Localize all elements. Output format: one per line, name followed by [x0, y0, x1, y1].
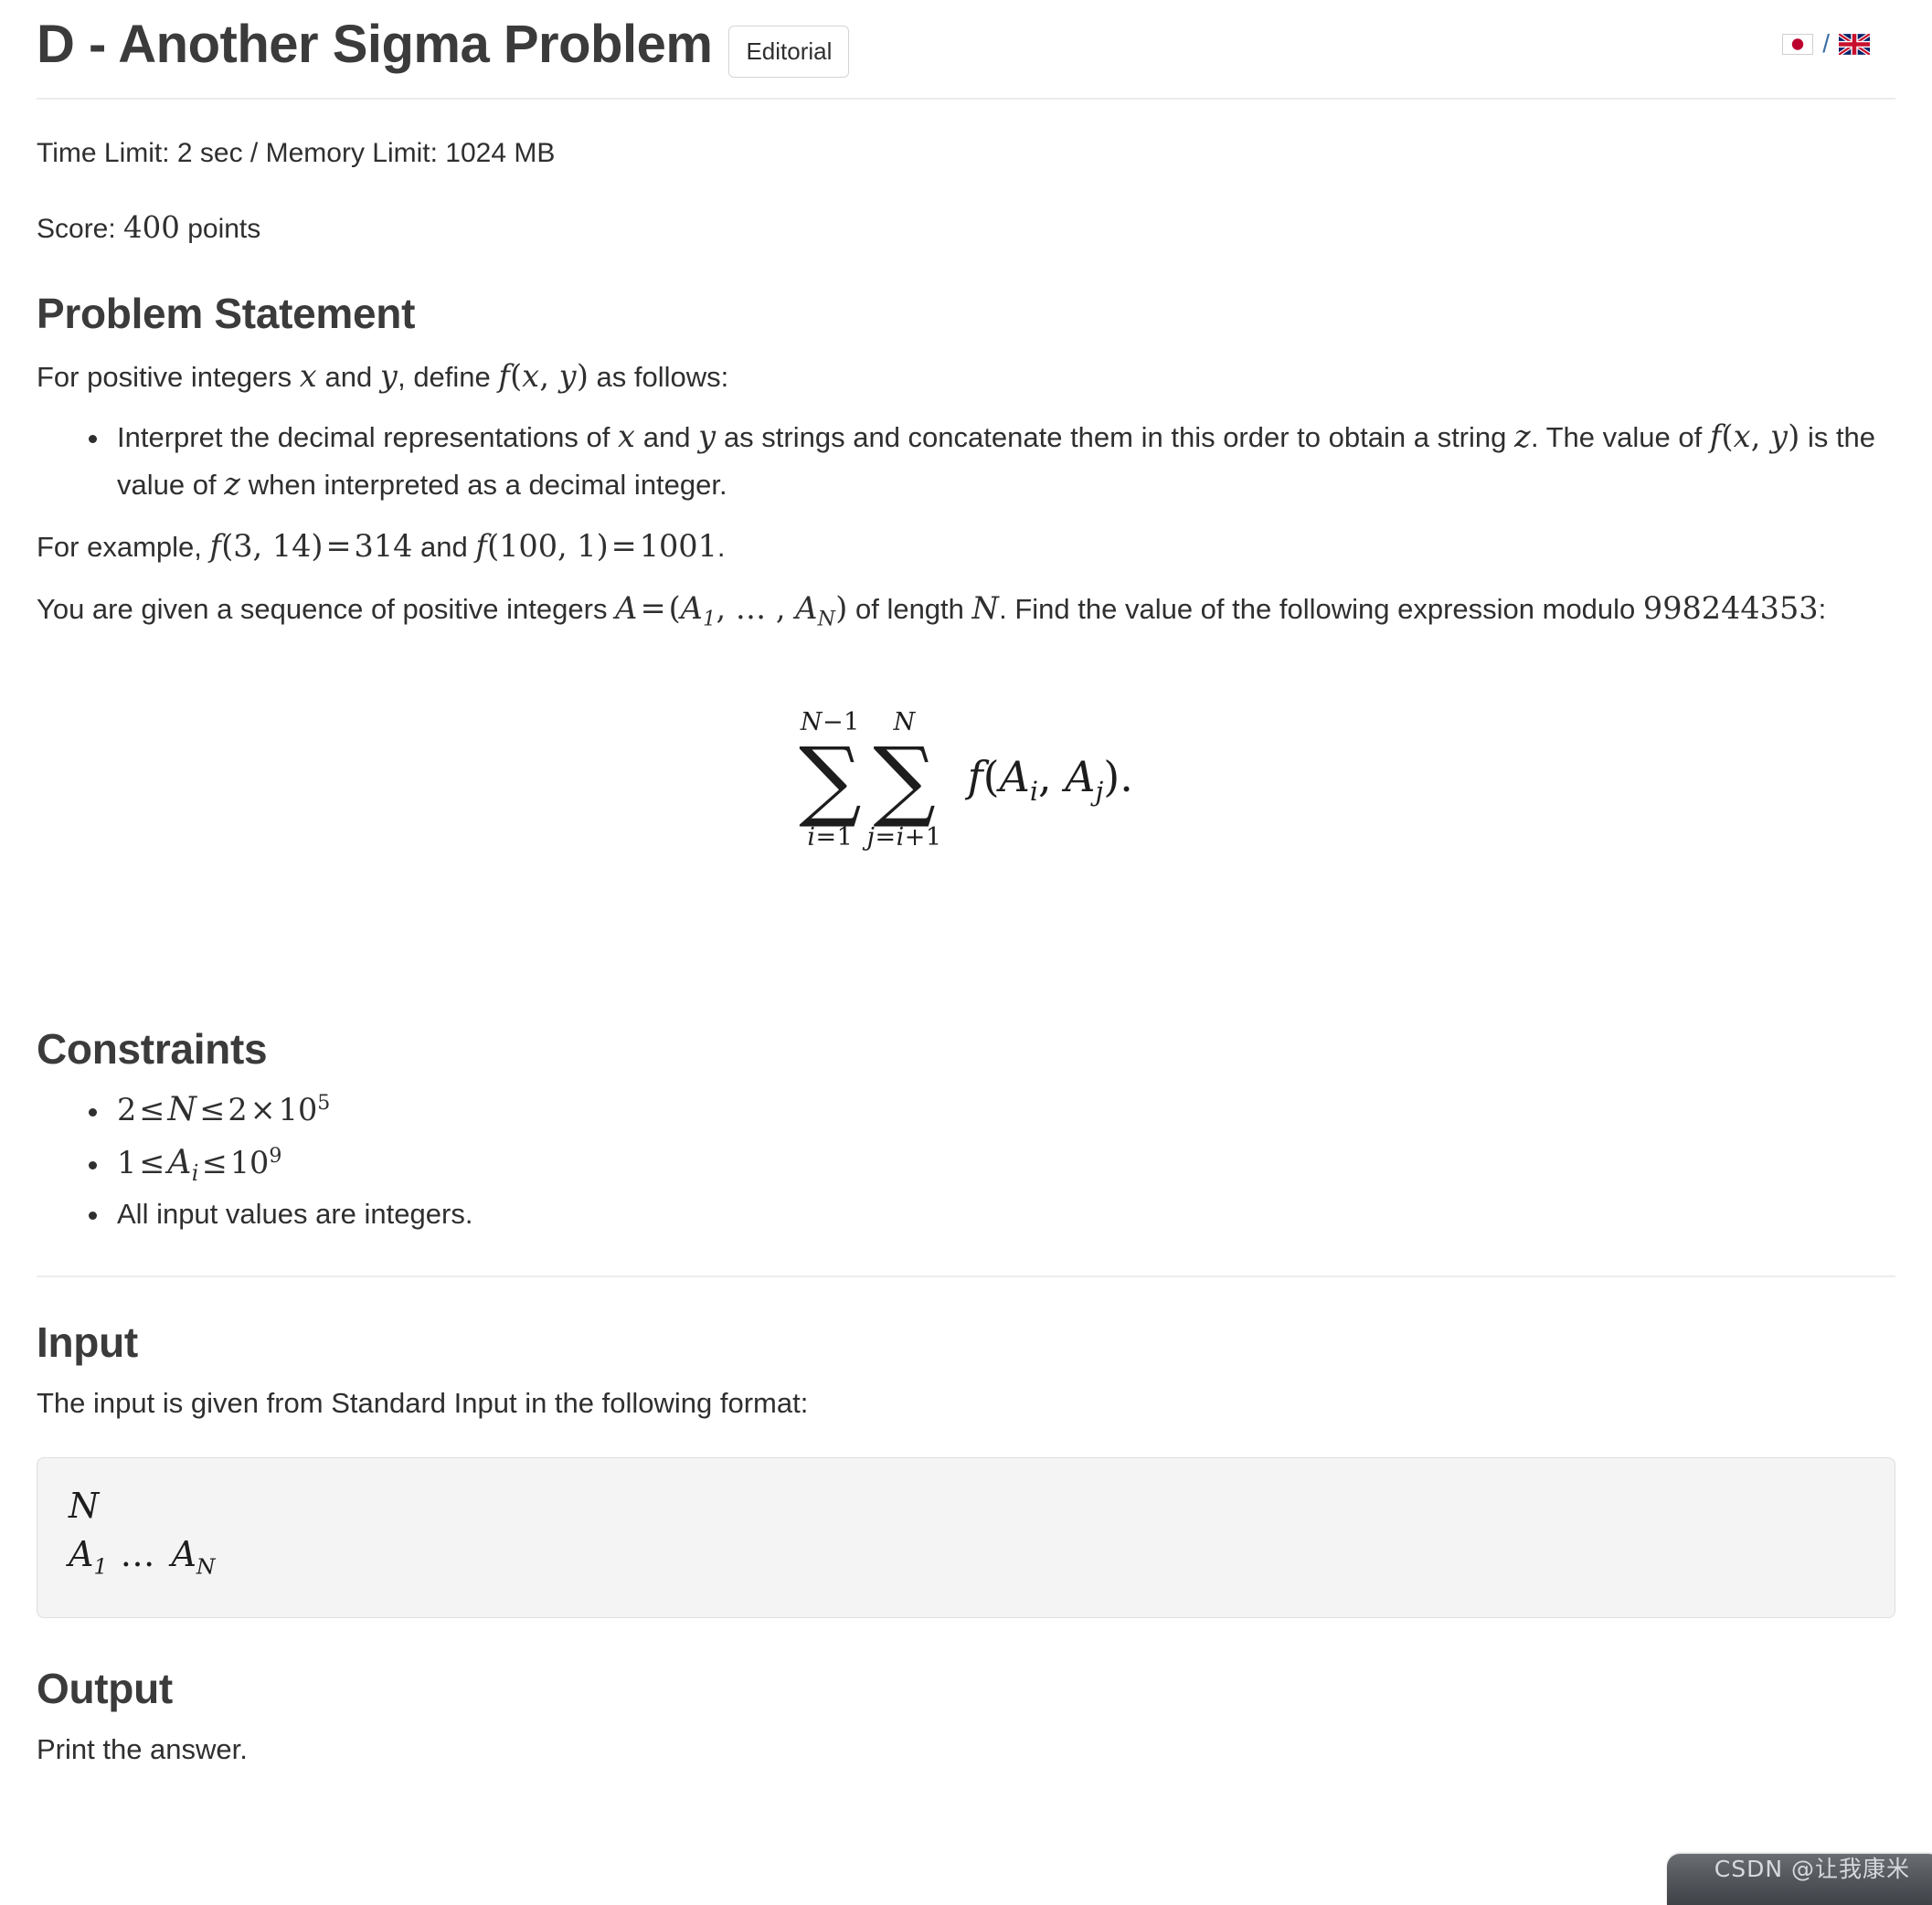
outer-lower-limit: i=1 — [807, 823, 854, 852]
limits-line: Time Limit: 2 sec / Memory Limit: 1024 M… — [37, 138, 556, 168]
language-switcher[interactable]: / — [1782, 13, 1895, 58]
paren-open: ( — [1721, 418, 1734, 455]
score-suffix: points — [179, 214, 261, 244]
sigma-icon: ∑ — [799, 727, 862, 831]
title-group: D - Another Sigma Problem Editorial — [37, 13, 850, 78]
func-f: f — [1709, 418, 1722, 455]
outer-summation: N−1 ∑ i=1 — [799, 710, 862, 850]
header-divider — [37, 98, 1895, 100]
A-sub-1: A1 — [680, 589, 717, 631]
double-sum-expression: N−1 ∑ i=1 N ∑ j=i+1 f(Ai, Aj). — [799, 710, 1133, 850]
var-x: x — [617, 418, 636, 455]
intro-text-4: as follows: — [588, 361, 729, 394]
func-f-xy: f — [498, 358, 511, 395]
given-text-4: : — [1818, 592, 1827, 625]
constraint-a-range: 1≤Ai≤109 — [117, 1142, 282, 1187]
constraints-heading: Constraints — [37, 1024, 268, 1073]
example-2-expr: (100, 1)=1001 — [487, 528, 717, 565]
list-item: Interpret the decimal representations of… — [111, 413, 1895, 508]
input-format-block: N A1… AN — [37, 1456, 1895, 1618]
example-mid: and — [412, 531, 476, 564]
list-item: 2≤N≤2×105 — [111, 1083, 1895, 1137]
output-heading: Output — [37, 1664, 173, 1712]
var-y: y — [379, 358, 398, 395]
input-description: The input is given from Standard Input i… — [37, 1387, 809, 1420]
seq-dots: , … , — [716, 589, 796, 626]
var-x: x — [299, 358, 317, 395]
var-z: z — [224, 466, 241, 503]
display-equation: N−1 ∑ i=1 N ∑ j=i+1 f(Ai, Aj). — [37, 686, 1895, 984]
comma: , — [539, 358, 559, 395]
var-y: y — [698, 418, 717, 455]
japan-flag-icon[interactable] — [1782, 33, 1814, 55]
arg-x: x — [1733, 418, 1751, 455]
var-N: N — [971, 589, 1000, 626]
example-1-expr: (3, 14)=314 — [221, 528, 413, 565]
score-line: Score: 400 points — [37, 207, 1895, 249]
input-format-line-2: A1… AN — [69, 1534, 216, 1581]
paren-close: ) — [1788, 418, 1800, 455]
score-label: Score: — [37, 214, 124, 244]
intro-text-2: and — [316, 361, 380, 394]
arg-x: x — [522, 358, 540, 395]
seq-close: ) — [835, 589, 848, 626]
arg-y: y — [558, 358, 577, 395]
arg-y: y — [1770, 418, 1789, 455]
editorial-button[interactable]: Editorial — [728, 26, 850, 78]
comma: , — [1750, 418, 1771, 455]
paren-close: ) — [576, 358, 589, 395]
example-f2: f — [475, 528, 488, 565]
sigma-icon: ∑ — [873, 727, 936, 831]
paren-open: ( — [510, 358, 523, 395]
bullet-text-c: as strings and concatenate them in this … — [716, 421, 1514, 454]
intro-text-3: , define — [398, 361, 499, 394]
problem-page: D - Another Sigma Problem Editorial / Ti… — [0, 0, 1932, 1905]
given-text-2: of length — [847, 592, 972, 625]
var-z: z — [1514, 418, 1531, 455]
equals: = — [640, 589, 666, 626]
bullet-text-d: . The value of — [1530, 421, 1710, 454]
constraint-n-range: 2≤N≤2×105 — [117, 1088, 331, 1128]
problem-intro-paragraph: For positive integers x and y, define f(… — [37, 353, 1864, 400]
output-description: Print the answer. — [37, 1732, 248, 1765]
intro-text-1: For positive integers — [37, 361, 300, 394]
problem-statement-heading: Problem Statement — [37, 290, 416, 338]
page-title: D - Another Sigma Problem — [37, 15, 713, 75]
constraints-divider — [37, 1275, 1895, 1278]
modulus-value: 998244353 — [1642, 589, 1819, 626]
csdn-watermark: CSDN @让我康米 — [1714, 1856, 1910, 1882]
list-item: 1≤Ai≤109 — [111, 1136, 1895, 1191]
page-header: D - Another Sigma Problem Editorial / — [37, 0, 1895, 78]
given-text-3: . Find the value of the following expres… — [999, 592, 1643, 625]
definition-list: Interpret the decimal representations of… — [37, 413, 1895, 508]
inner-summation: N ∑ j=i+1 — [867, 710, 942, 850]
input-heading: Input — [37, 1318, 138, 1367]
summand-expression: f(Ai, Aj). — [967, 752, 1133, 808]
given-sequence-paragraph: You are given a sequence of positive int… — [37, 585, 1864, 635]
example-end: . — [717, 531, 726, 564]
example-f1: f — [209, 528, 222, 565]
uk-flag-icon[interactable] — [1839, 33, 1870, 55]
seq-open: ( — [668, 589, 681, 626]
example-prefix: For example, — [37, 531, 210, 564]
example-paragraph: For example, f(3, 14)=314 and f(100, 1)=… — [37, 523, 1864, 570]
lang-separator: / — [1822, 29, 1830, 58]
bullet-text-g: when interpreted as a decimal integer. — [240, 469, 727, 502]
inner-lower-limit: j=i+1 — [866, 823, 942, 852]
bullet-text-a: Interpret the decimal representations of — [117, 421, 618, 454]
given-text-1: You are given a sequence of positive int… — [37, 592, 616, 625]
score-value: 400 — [123, 210, 180, 245]
list-item: All input values are integers. — [111, 1191, 1895, 1237]
A-sub-N: AN — [795, 589, 836, 631]
bullet-text-b: and — [635, 421, 699, 454]
constraints-list: 2≤N≤2×105 1≤Ai≤109 All input values are … — [37, 1083, 1895, 1238]
var-A: A — [615, 589, 638, 626]
input-format-line-1: N — [69, 1485, 100, 1526]
